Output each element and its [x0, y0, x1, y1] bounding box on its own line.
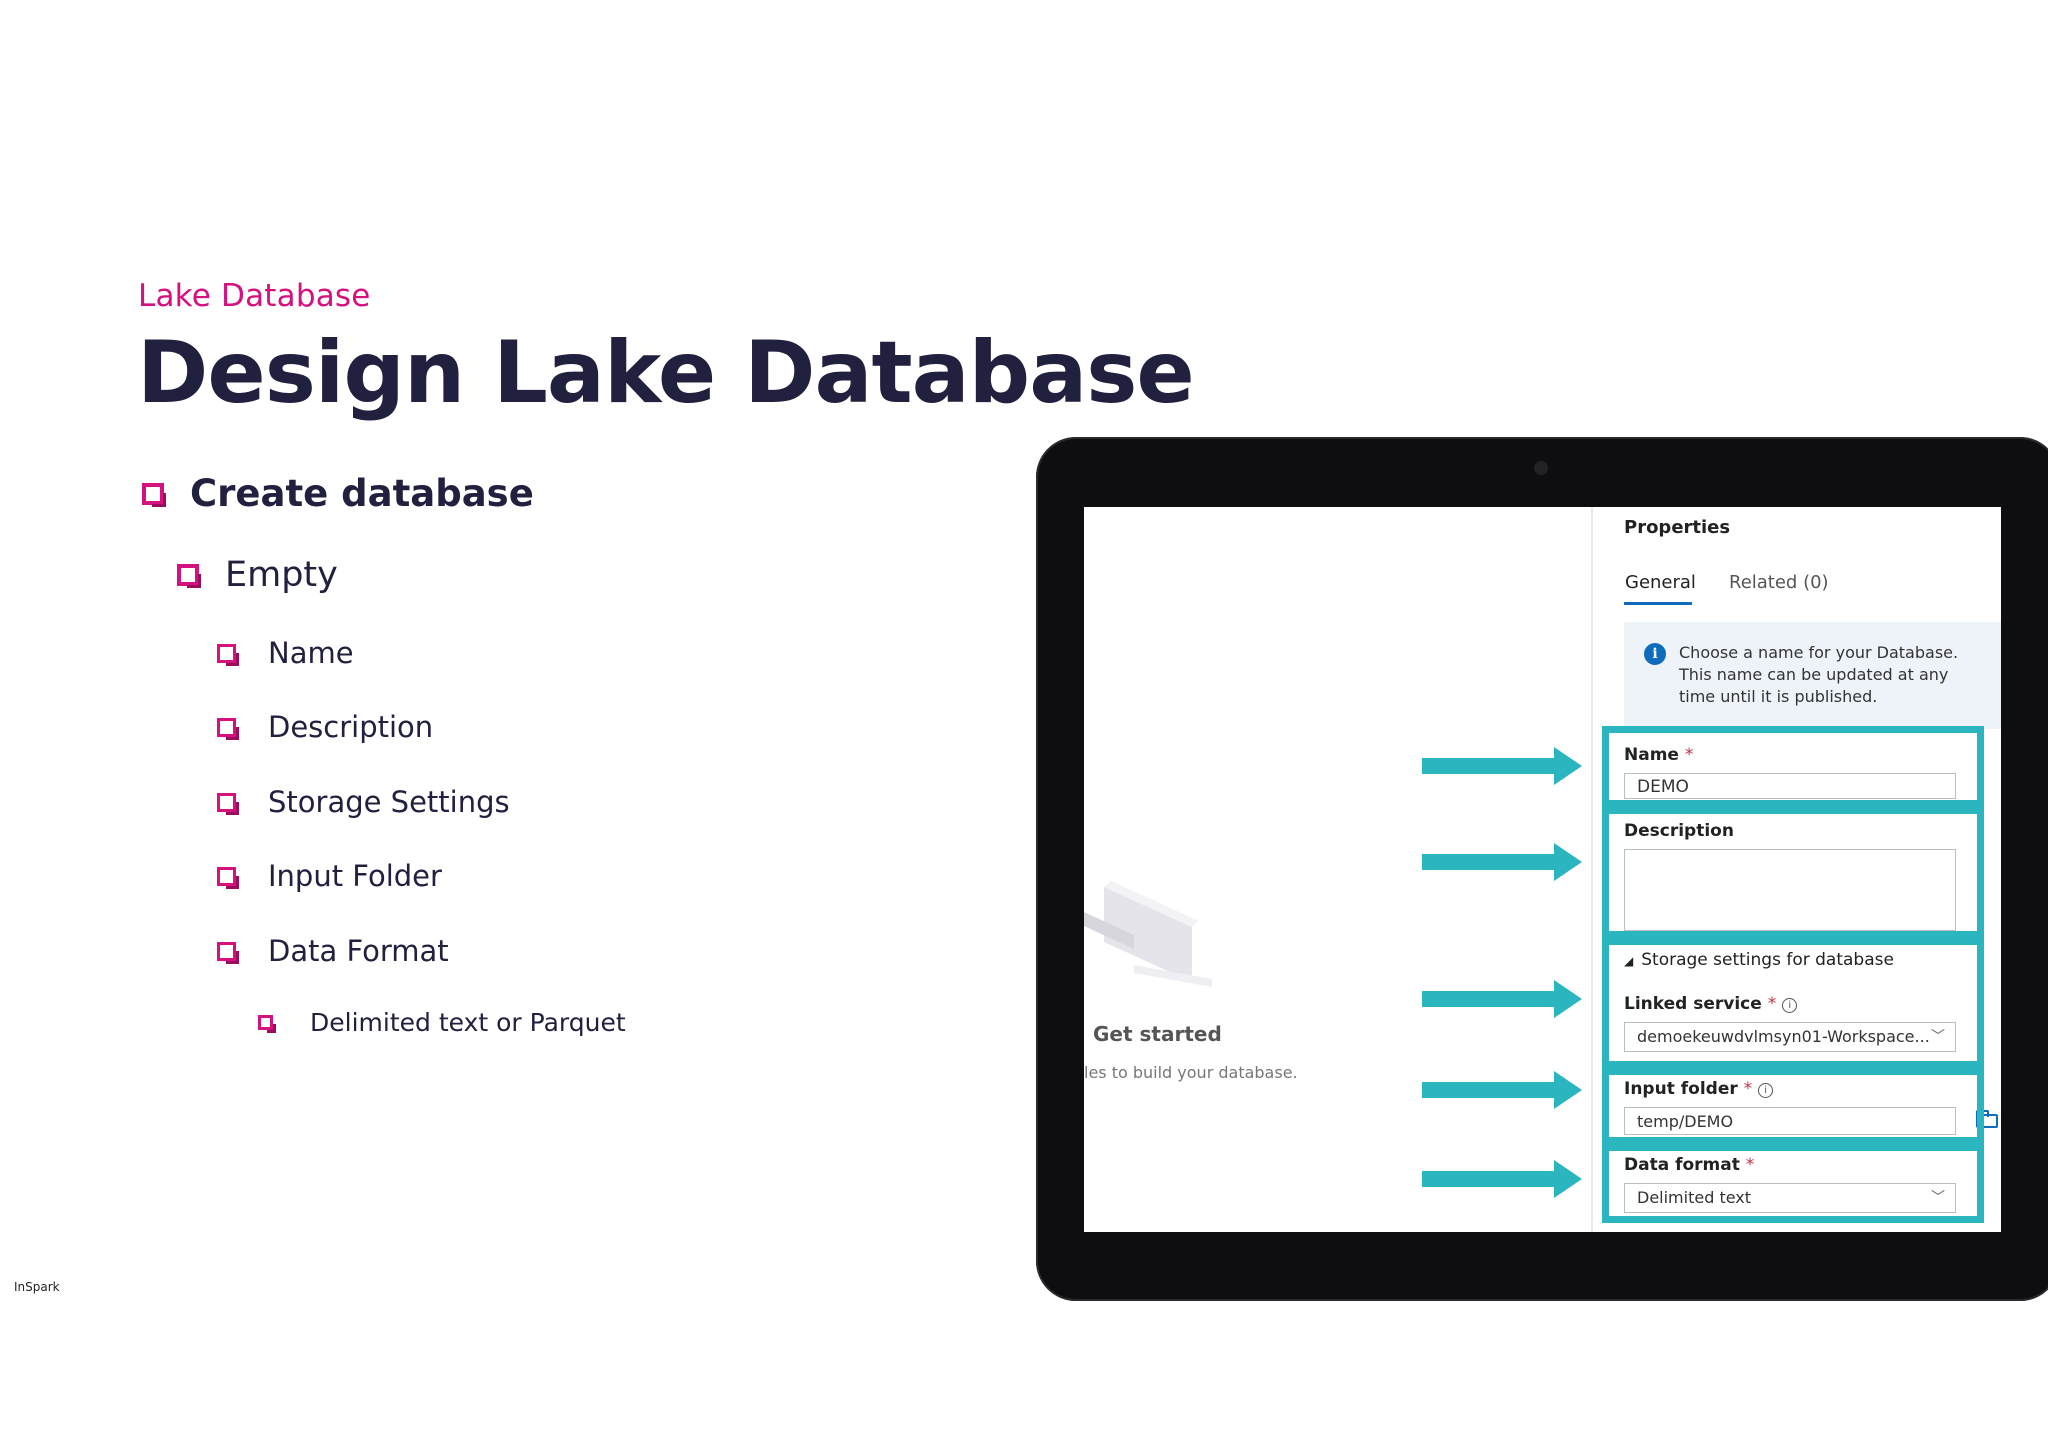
- get-started-heading: Get started: [1093, 1022, 1222, 1046]
- database-illustration-icon: [1084, 881, 1212, 987]
- info-icon: i: [1644, 643, 1666, 665]
- slide-title: Design Lake Database: [137, 323, 1195, 423]
- arrow-right-icon: [1422, 747, 1582, 785]
- bullet-text: Name: [268, 636, 354, 670]
- highlight-data-format: [1602, 1144, 1984, 1223]
- checkbox-bullet-icon: [217, 643, 239, 666]
- checkbox-bullet-icon: [217, 792, 239, 815]
- highlight-input-folder: [1602, 1068, 1984, 1144]
- bullet-text: Description: [268, 710, 434, 744]
- tablet-screen: Get started les to build your database. …: [1084, 507, 2001, 1232]
- bullet-create-database: Create database: [142, 472, 534, 515]
- bullet-text: Storage Settings: [268, 785, 510, 819]
- checkbox-bullet-icon: [217, 941, 239, 964]
- section-kicker: Lake Database: [138, 278, 371, 314]
- checkbox-bullet-icon: [258, 1015, 276, 1033]
- bullet-empty: Empty: [177, 555, 338, 595]
- bullet-text: Input Folder: [268, 859, 442, 893]
- bullet-description: Description: [217, 710, 433, 744]
- bullet-input-folder: Input Folder: [217, 859, 442, 893]
- bullet-data-format: Data Format: [217, 934, 449, 968]
- arrow-right-icon: [1422, 1160, 1582, 1198]
- bullet-text: Delimited text or Parquet: [310, 1008, 626, 1037]
- highlight-name: [1602, 726, 1984, 807]
- highlight-description: [1602, 807, 1984, 938]
- arrow-right-icon: [1422, 843, 1582, 881]
- properties-title: Properties: [1624, 517, 1731, 538]
- pane-divider: [1591, 507, 1593, 1232]
- bullet-text: Create database: [190, 472, 534, 515]
- tab-active-indicator: [1624, 602, 1692, 605]
- info-banner: i Choose a name for your Database. This …: [1624, 622, 2001, 729]
- bullet-name: Name: [217, 636, 354, 670]
- tab-related[interactable]: Related (0): [1729, 572, 1829, 593]
- footer-brand: InSpark: [14, 1280, 60, 1294]
- arrow-right-icon: [1422, 980, 1582, 1018]
- bullet-text: Data Format: [268, 934, 449, 968]
- bullet-format-detail: Delimited text or Parquet: [258, 1008, 626, 1037]
- tab-general[interactable]: General: [1625, 572, 1696, 593]
- highlight-storage: [1602, 938, 1984, 1068]
- checkbox-bullet-icon: [217, 717, 239, 740]
- bullet-text: Empty: [225, 555, 338, 595]
- info-text: Choose a name for your Database. This na…: [1679, 643, 1959, 706]
- checkbox-bullet-icon: [177, 564, 201, 588]
- get-started-subtext: les to build your database.: [1084, 1063, 1298, 1082]
- tablet-camera: [1534, 461, 1548, 475]
- checkbox-bullet-icon: [142, 482, 166, 507]
- bullet-storage-settings: Storage Settings: [217, 785, 510, 819]
- checkbox-bullet-icon: [217, 866, 239, 889]
- arrow-right-icon: [1422, 1071, 1582, 1109]
